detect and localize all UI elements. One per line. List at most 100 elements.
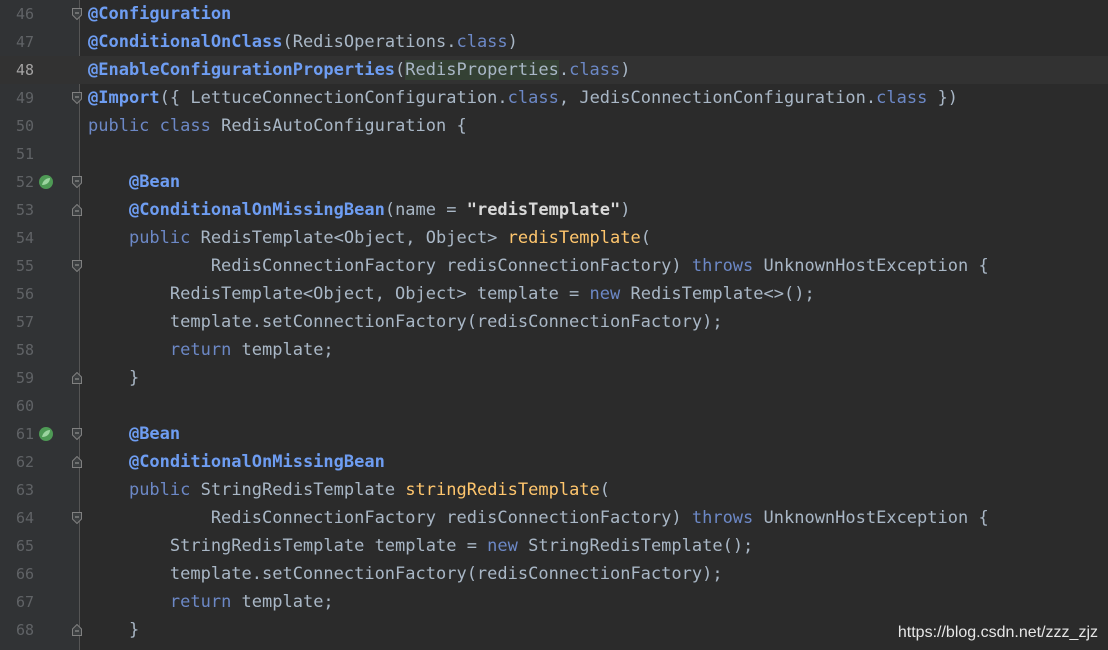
code-token: RedisAutoConfiguration { [221,116,467,136]
fold-collapse-icon[interactable] [72,92,82,104]
code-line[interactable]: 49 @Import({ LettuceConnectionConfigurati… [0,84,1108,112]
code-token: @ConditionalOnMissingBean [128,200,385,220]
code-text[interactable]: @ConditionalOnClass(RedisOperations.clas… [88,28,518,56]
code-token: }) [927,88,959,108]
code-token: class [456,32,508,52]
code-line[interactable]: 57 template.setConnectionFactory(redisCo… [0,308,1108,336]
fold-end-icon[interactable] [72,456,82,468]
code-editor[interactable]: 46 @Configuration 47 @ConditionalOnClass(Re… [0,0,1108,650]
code-text[interactable]: return template; [88,336,334,364]
code-text[interactable]: template.setConnectionFactory(redisConne… [88,560,723,588]
code-token: @ConditionalOnMissingBean [128,452,385,472]
line-number: 47 [15,33,34,51]
line-number: 63 [15,481,34,499]
code-line[interactable]: 56 RedisTemplate<Object, Object> templat… [0,280,1108,308]
code-line[interactable]: 66 template.setConnectionFactory(redisCo… [0,560,1108,588]
code-text[interactable]: @Configuration [88,0,231,28]
code-line[interactable]: 55 RedisConnectionFactory redisConnectio… [0,252,1108,280]
code-text[interactable]: template.setConnectionFactory(redisConne… [88,308,723,336]
fold-collapse-icon[interactable] [72,512,82,524]
code-line[interactable]: 64 RedisConnectionFactory redisConnectio… [0,504,1108,532]
fold-collapse-icon[interactable] [72,260,82,272]
code-line[interactable]: 60 [0,392,1108,420]
code-token: public [128,228,201,248]
code-line[interactable]: 65 StringRedisTemplate template = new St… [0,532,1108,560]
code-line[interactable]: 51 [0,140,1108,168]
bean-gutter-icon[interactable] [38,426,54,442]
code-token: ( [599,480,611,500]
code-token: @EnableConfigurationProperties [88,60,396,80]
code-line[interactable]: 46 @Configuration [0,0,1108,28]
code-text[interactable]: RedisTemplate<Object, Object> template =… [88,280,815,308]
code-line[interactable]: 63 public StringRedisTemplate stringRedi… [0,476,1108,504]
code-line[interactable]: 62 @ConditionalOnMissingBean [0,448,1108,476]
code-token: UnknownHostException { [763,256,989,276]
code-line[interactable]: 61 @Bean [0,420,1108,448]
code-line[interactable]: 50 public class RedisAutoConfiguration { [0,112,1108,140]
code-text[interactable]: } [88,616,139,644]
fold-collapse-icon[interactable] [72,176,82,188]
line-number: 54 [15,229,34,247]
line-number: 61 [15,425,34,443]
code-line[interactable]: 67 return template; [0,588,1108,616]
fold-collapse-icon[interactable] [72,428,82,440]
code-line[interactable]: 53 @ConditionalOnMissingBean(name = "red… [0,196,1108,224]
bean-gutter-icon[interactable] [38,174,54,190]
code-text[interactable]: @EnableConfigurationProperties(RedisProp… [88,56,631,84]
code-text[interactable]: RedisConnectionFactory redisConnectionFa… [88,252,989,280]
code-line[interactable]: 58 return template; [0,336,1108,364]
code-text[interactable]: @ConditionalOnMissingBean [88,448,385,476]
fold-end-icon[interactable] [72,372,82,384]
code-text[interactable]: public RedisTemplate<Object, Object> red… [88,224,651,252]
code-token: RedisTemplate<Object, Object> [200,228,508,248]
code-text[interactable]: @Import({ LettuceConnectionConfiguration… [88,84,958,112]
code-token: ) [620,60,631,80]
watermark: https://blog.csdn.net/zzz_zjz [897,624,1098,641]
code-token: UnknownHostException { [763,508,989,528]
code-token: ({ LettuceConnectionConfiguration. [159,88,508,108]
code-token: return [169,592,242,612]
code-token: class [159,116,222,136]
code-token: class [507,88,559,108]
code-token: redisTemplate [507,228,641,248]
code-token: StringRedisTemplate(); [528,536,754,556]
code-token: public [88,116,160,136]
code-token: throws [691,508,764,528]
code-token: template.setConnectionFactory(redisConne… [88,312,723,332]
code-text[interactable]: } [88,364,139,392]
code-token: (name = [384,200,467,220]
code-token: StringRedisTemplate template = [88,536,488,556]
line-number: 57 [15,313,34,331]
code-token: @Configuration [88,4,232,24]
code-line[interactable]: 59 } [0,364,1108,392]
code-token: , [558,88,580,108]
fold-end-icon[interactable] [72,624,82,636]
code-text[interactable]: @ConditionalOnMissingBean(name = "redisT… [88,196,631,224]
fold-collapse-icon[interactable] [72,8,82,20]
code-text[interactable]: public StringRedisTemplate stringRedisTe… [88,476,610,504]
code-token: class [569,60,621,80]
code-token: template; [241,592,334,612]
code-line[interactable]: 47 @ConditionalOnClass(RedisOperations.cl… [0,28,1108,56]
code-text[interactable]: @Bean [88,420,180,448]
code-token: RedisTemplate<>(); [630,284,815,304]
line-number: 66 [15,565,34,583]
code-line[interactable]: 52 @Bean [0,168,1108,196]
code-token: . [558,60,570,80]
line-number: 65 [15,537,34,555]
code-token: ( [395,60,406,80]
code-token: @Bean [128,424,181,444]
code-text[interactable]: public class RedisAutoConfiguration { [88,112,467,140]
line-number: 49 [15,89,34,107]
code-line[interactable]: 48 @EnableConfigurationProperties(RedisPr… [0,56,1108,84]
code-line[interactable]: 54 public RedisTemplate<Object, Object> … [0,224,1108,252]
code-token: StringRedisTemplate [200,480,406,500]
code-text[interactable]: return template; [88,588,334,616]
code-text[interactable]: StringRedisTemplate template = new Strin… [88,532,753,560]
fold-end-icon[interactable] [72,204,82,216]
code-text[interactable]: @Bean [88,168,180,196]
code-text[interactable]: RedisConnectionFactory redisConnectionFa… [88,504,989,532]
line-number: 59 [15,369,34,387]
